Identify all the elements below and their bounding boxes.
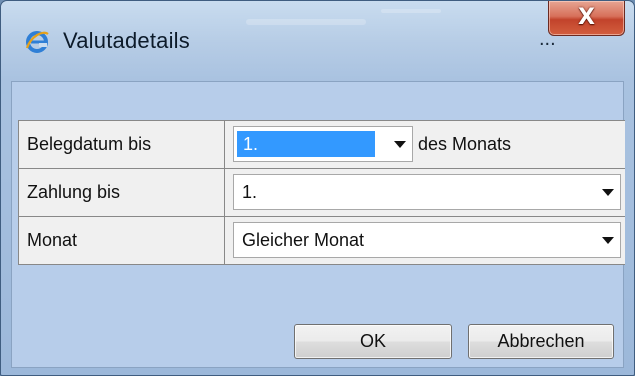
zahlung-dropdown[interactable]: 1. (233, 174, 621, 210)
row-monat: Monat Gleicher Monat (18, 216, 625, 265)
chevron-down-icon[interactable] (602, 237, 614, 244)
dialog-body: Belegdatum bis 1. des Monats Zahlung bis… (11, 81, 625, 368)
window-title: Valutadetails (63, 28, 190, 53)
close-button[interactable]: X (548, 1, 625, 36)
dropdown-value: 1. (237, 131, 375, 157)
row-label: Monat (19, 217, 225, 264)
chevron-down-icon[interactable] (602, 189, 614, 196)
close-icon: X (578, 5, 595, 30)
dialog-window: Valutadetails ... X Belegdatum bis 1. de… (0, 0, 635, 376)
row-label: Belegdatum bis (19, 121, 225, 168)
row-label: Zahlung bis (19, 169, 225, 216)
belegdatum-dropdown[interactable]: 1. (233, 126, 413, 162)
row-suffix: des Monats (418, 134, 512, 154)
ok-button[interactable]: OK (294, 324, 452, 359)
monat-dropdown[interactable]: Gleicher Monat (233, 222, 621, 258)
chevron-down-icon[interactable] (394, 141, 406, 148)
row-zahlung: Zahlung bis 1. (18, 168, 625, 216)
dropdown-value: Gleicher Monat (242, 229, 365, 250)
row-value-cell: 1. (225, 169, 625, 216)
ie-logo-icon (25, 31, 49, 53)
row-belegdatum: Belegdatum bis 1. des Monats (18, 120, 625, 168)
row-value-cell: Gleicher Monat (225, 217, 625, 264)
title-bar[interactable]: Valutadetails ... X (1, 1, 634, 79)
cancel-button[interactable]: Abbrechen (468, 324, 614, 359)
row-value-cell: 1. des Monats (225, 121, 625, 168)
dropdown-value: 1. (242, 181, 258, 202)
